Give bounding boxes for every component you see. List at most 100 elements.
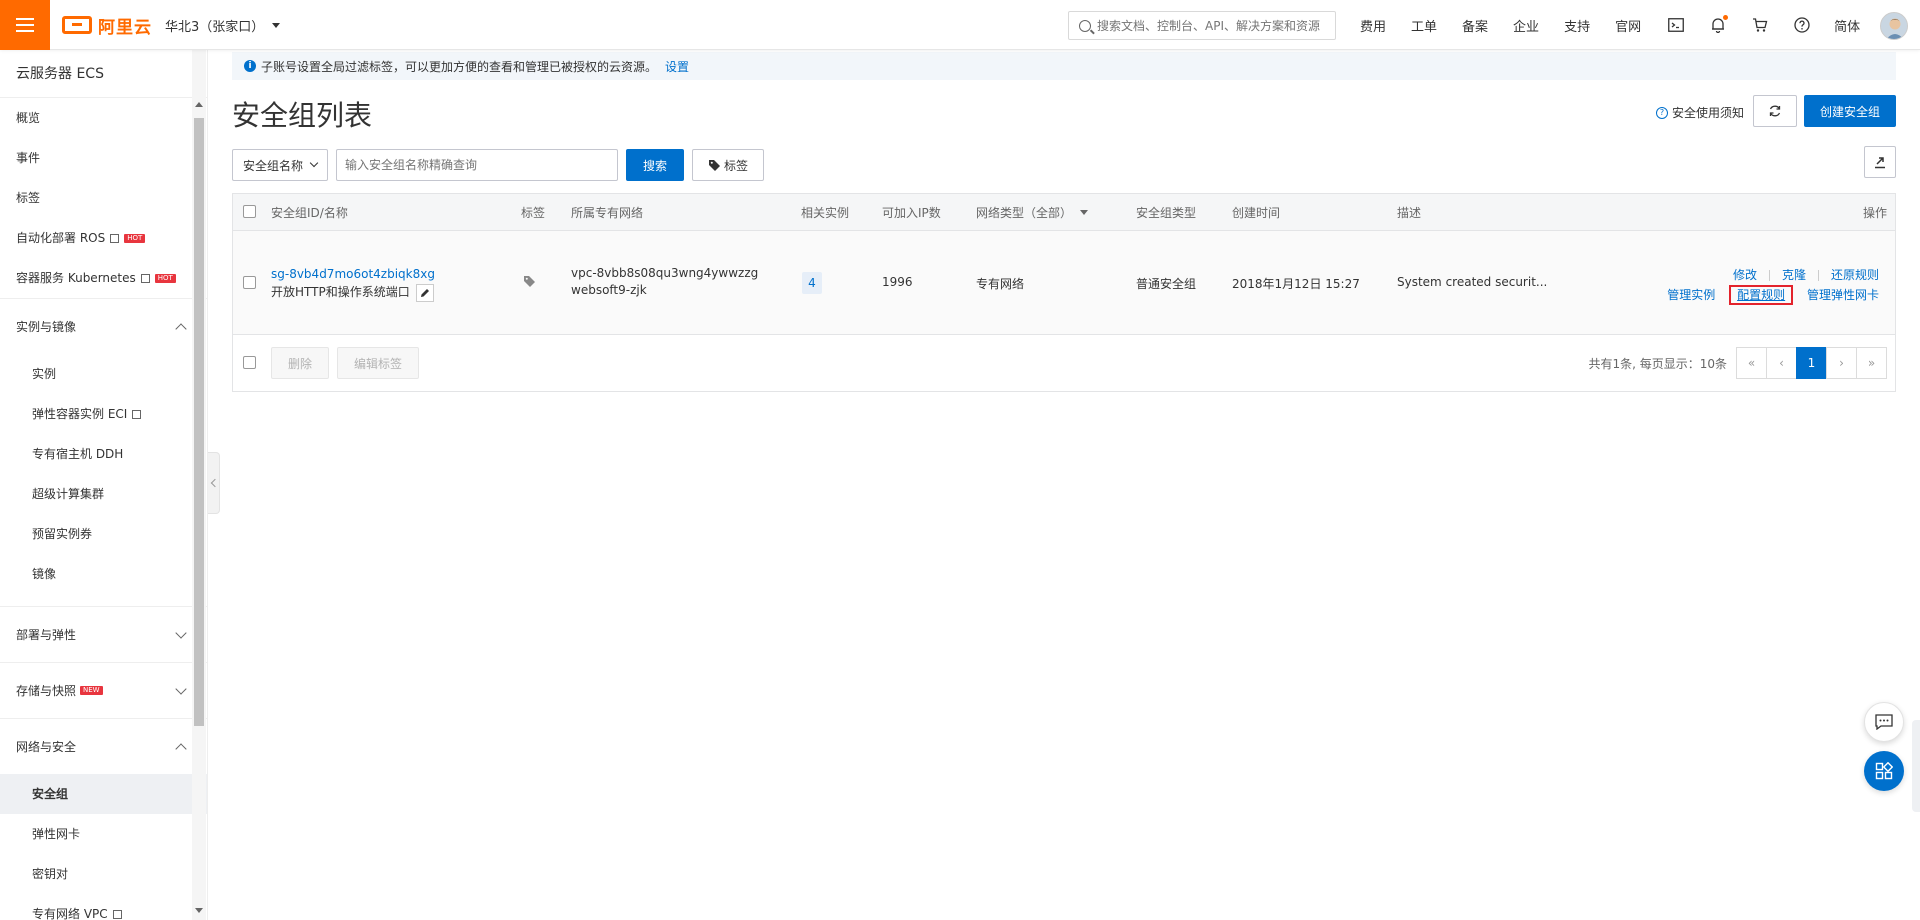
sidebar-item-label: 事件 xyxy=(16,151,41,165)
notice-settings-link[interactable]: 设置 xyxy=(665,58,689,75)
first-page-button[interactable]: « xyxy=(1736,347,1767,379)
sidebar-scrollbar[interactable] xyxy=(192,50,206,920)
chat-icon[interactable] xyxy=(1864,702,1904,742)
sidebar-item-ros[interactable]: 自动化部署 ROS HOT xyxy=(0,218,207,258)
sidebar-item-scc[interactable]: 超级计算集群 xyxy=(0,474,207,514)
row-checkbox[interactable] xyxy=(243,276,256,289)
scroll-up-arrow-icon[interactable] xyxy=(195,102,203,107)
sidebar-group-storage[interactable]: 存储与快照 NEW xyxy=(0,662,207,718)
sidebar-item-instances[interactable]: 实例 xyxy=(0,354,207,394)
sidebar-item-label: 安全组 xyxy=(32,787,69,801)
col-created: 创建时间 xyxy=(1232,205,1281,220)
sidebar-title: 云服务器 ECS xyxy=(0,50,207,98)
prev-page-button[interactable]: ‹ xyxy=(1766,347,1797,379)
cart-icon[interactable] xyxy=(1750,15,1770,35)
nav-tickets[interactable]: 工单 xyxy=(1411,16,1437,35)
sidebar-item-eci[interactable]: 弹性容器实例 ECI xyxy=(0,394,207,434)
region-selector[interactable]: 华北3（张家口） xyxy=(165,16,281,35)
nav-icp[interactable]: 备案 xyxy=(1462,16,1488,35)
manage-instances-link[interactable]: 管理实例 xyxy=(1667,288,1715,302)
sidebar-group-network[interactable]: 网络与安全 xyxy=(0,718,207,774)
chevron-down-icon xyxy=(175,626,187,639)
select-all-checkbox[interactable] xyxy=(243,205,256,218)
sidebar-item-keypair[interactable]: 密钥对 xyxy=(0,854,207,894)
help-icon[interactable] xyxy=(1792,15,1812,35)
caret-down-icon xyxy=(272,23,281,28)
search-icon xyxy=(1079,19,1091,32)
terminal-icon[interactable] xyxy=(1666,15,1686,35)
scroll-down-arrow-icon[interactable] xyxy=(195,908,203,913)
sidebar-item-reserved[interactable]: 预留实例券 xyxy=(0,514,207,554)
tag-icon[interactable] xyxy=(523,275,536,291)
scrollbar-thumb[interactable] xyxy=(194,118,204,726)
export-button[interactable] xyxy=(1864,146,1896,178)
manage-eni-link[interactable]: 管理弹性网卡 xyxy=(1807,288,1879,302)
sg-id-link[interactable]: sg-8vb4d7mo6ot4zbiqk8xg xyxy=(271,267,435,281)
pencil-icon[interactable] xyxy=(415,283,434,302)
security-group-name-input[interactable] xyxy=(336,149,618,181)
language-switch[interactable]: 简体 xyxy=(1834,16,1860,35)
tag-filter-button[interactable]: 标签 xyxy=(692,149,764,181)
table-row: sg-8vb4d7mo6ot4zbiqk8xg 开放HTTP和操作系统端口 vp… xyxy=(233,231,1895,335)
footer-select-checkbox[interactable] xyxy=(243,356,256,369)
sidebar-item-images[interactable]: 镜像 xyxy=(0,554,207,594)
menu-icon[interactable] xyxy=(0,0,50,50)
filter-field-select[interactable]: 安全组名称 xyxy=(232,149,328,181)
sidebar-item-overview[interactable]: 概览 xyxy=(0,98,207,138)
apps-icon[interactable] xyxy=(1864,751,1904,791)
sidebar-collapse-handle[interactable] xyxy=(208,452,220,514)
aliyun-logo[interactable]: 阿里云 xyxy=(62,12,152,38)
last-page-button[interactable]: » xyxy=(1856,347,1887,379)
bell-icon[interactable] xyxy=(1708,15,1729,35)
sidebar-item-label: 预留实例券 xyxy=(32,527,93,541)
refresh-icon xyxy=(1769,105,1781,117)
nav-enterprise[interactable]: 企业 xyxy=(1513,16,1539,35)
col-network-type-filter[interactable]: 网络类型（全部） xyxy=(976,204,1089,221)
modify-link[interactable]: 修改 xyxy=(1733,268,1757,282)
sidebar-group-label: 网络与安全 xyxy=(16,740,77,754)
user-avatar[interactable] xyxy=(1880,12,1908,40)
filter-caret-icon xyxy=(1080,209,1089,215)
edit-tags-button[interactable]: 编辑标签 xyxy=(337,347,419,379)
logo-text: 阿里云 xyxy=(98,17,152,38)
create-security-group-button[interactable]: 创建安全组 xyxy=(1804,95,1896,127)
sidebar-item-vpc[interactable]: 专有网络 VPC xyxy=(0,894,207,920)
nav-official-site[interactable]: 官网 xyxy=(1615,16,1641,35)
sidebar-item-label: 实例 xyxy=(32,367,57,381)
instance-count-badge[interactable]: 4 xyxy=(802,272,822,294)
configure-rules-link[interactable]: 配置规则 xyxy=(1729,285,1794,305)
page-1-button[interactable]: 1 xyxy=(1796,347,1827,379)
sidebar-item-label: 密钥对 xyxy=(32,867,69,881)
hot-badge: HOT xyxy=(154,273,176,283)
sidebar-item-kubernetes[interactable]: 容器服务 Kubernetes HOT xyxy=(0,258,207,298)
sidebar-item-security-group[interactable]: 安全组 xyxy=(0,774,207,814)
refresh-button[interactable] xyxy=(1753,95,1797,127)
sidebar-item-label: 镜像 xyxy=(32,567,57,581)
nav-fees[interactable]: 费用 xyxy=(1360,16,1386,35)
sidebar-item-tags[interactable]: 标签 xyxy=(0,178,207,218)
security-help-link[interactable]: ? 安全使用须知 xyxy=(1656,104,1744,121)
table-footer: 删除 编辑标签 共有1条, 每页显示：10条 « ‹ 1 › » xyxy=(233,335,1895,391)
external-link-icon xyxy=(112,909,122,919)
sidebar-item-ddh[interactable]: 专有宿主机 DDH xyxy=(0,434,207,474)
delete-button[interactable]: 删除 xyxy=(271,347,329,379)
sidebar-item-label: 弹性容器实例 ECI xyxy=(32,407,128,421)
sidebar-item-events[interactable]: 事件 xyxy=(0,138,207,178)
vpc-name: websoft9-zjk xyxy=(571,283,647,297)
clone-link[interactable]: 克隆 xyxy=(1782,268,1806,282)
nav-support[interactable]: 支持 xyxy=(1564,16,1590,35)
global-search-input[interactable] xyxy=(1097,18,1322,33)
search-button[interactable]: 搜索 xyxy=(626,149,684,181)
sg-id-name-cell: sg-8vb4d7mo6ot4zbiqk8xg 开放HTTP和操作系统端口 xyxy=(271,265,435,302)
global-search[interactable] xyxy=(1068,11,1336,40)
side-drawer-tab[interactable] xyxy=(1912,720,1920,812)
restore-rules-link[interactable]: 还原规则 xyxy=(1831,268,1879,282)
col-id-name: 安全组ID/名称 xyxy=(271,205,348,220)
sidebar-group-deploy[interactable]: 部署与弹性 xyxy=(0,606,207,662)
next-page-button[interactable]: › xyxy=(1826,347,1857,379)
external-link-icon xyxy=(140,273,150,283)
sidebar-group-instances[interactable]: 实例与镜像 xyxy=(0,298,207,354)
separator xyxy=(1817,270,1819,281)
created-time: 2018年1月12日 15:27 xyxy=(1232,277,1360,291)
sidebar-item-eni[interactable]: 弹性网卡 xyxy=(0,814,207,854)
